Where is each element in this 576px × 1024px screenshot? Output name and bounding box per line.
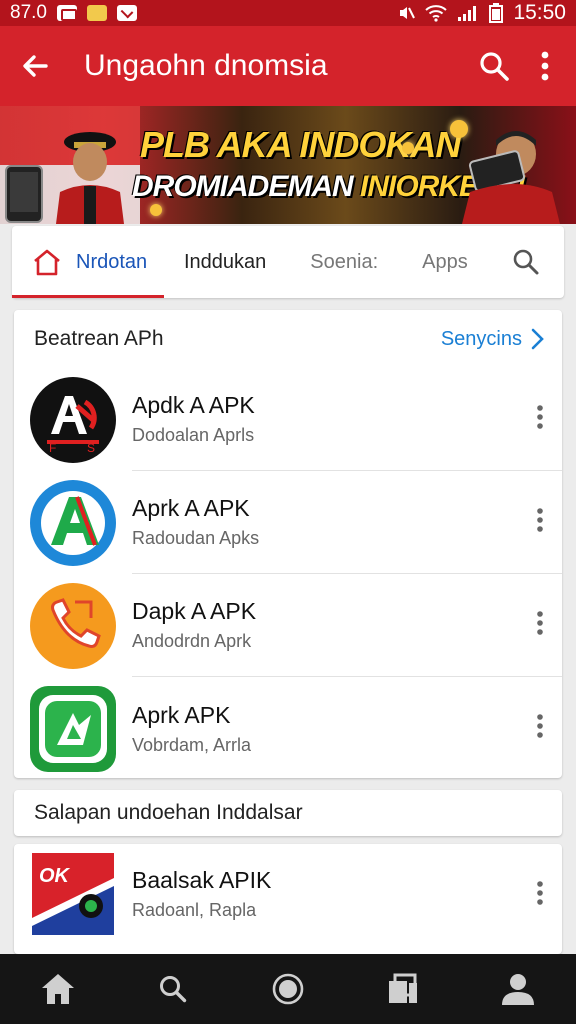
home-outline-icon [34, 249, 60, 276]
section-title: Salapan undoehan Inddalsar [34, 801, 303, 824]
nav-home[interactable] [28, 959, 88, 1019]
tab-label: Nrdotan [76, 250, 148, 273]
blue-green-a-logo-icon [30, 479, 116, 566]
smartphone-illustration [5, 165, 43, 223]
status-time: 15:50 [513, 1, 566, 24]
more-vert-icon[interactable] [536, 610, 544, 636]
see-more-link[interactable]: Senycins [441, 328, 544, 351]
app-name: Dapk A APK [132, 598, 257, 624]
section-title: Beatrean APh [34, 327, 164, 350]
apps-card: OK Baalsak APIK Radoanl, Rapla [14, 844, 562, 954]
list-item[interactable]: Aprk APK Vobrdam, Arrla [14, 677, 562, 780]
battery-icon [489, 3, 504, 23]
section-header: Beatrean APh Senycins [14, 310, 562, 368]
officer-illustration [56, 132, 124, 224]
notification-icon [86, 5, 107, 21]
banner-subheadline-main: DROMIADEMAN [132, 170, 360, 203]
record-icon [272, 973, 304, 1005]
section-header: Salapan undoehan Inddalsar [14, 790, 562, 836]
back-arrow-icon [23, 55, 48, 77]
black-red-a-logo-icon: F S [30, 376, 116, 463]
list-item[interactable]: OK Baalsak APIK Radoanl, Rapla [14, 844, 562, 944]
more-vert-icon[interactable] [536, 507, 544, 533]
bottom-nav [0, 954, 576, 1024]
chevron-right-icon [531, 328, 544, 350]
tab-apps[interactable]: Apps [422, 226, 468, 298]
mute-icon [400, 7, 416, 19]
notification-icon [56, 5, 77, 21]
tab-label: Inddukan [184, 250, 267, 273]
app-subtitle: Radoanl, Rapla [132, 900, 257, 920]
app-name: Apdk A APK [132, 392, 255, 418]
app-name: Baalsak APIK [132, 867, 272, 893]
tab-third[interactable]: Soenia: [310, 226, 378, 298]
page-title: Ungaohn dnomsia [84, 49, 328, 82]
app-name: Aprk A APK [132, 495, 250, 521]
tab-label: Soenia: [310, 250, 379, 273]
back-button[interactable] [0, 51, 70, 81]
nav-library[interactable] [373, 959, 433, 1019]
tab-home[interactable]: Nrdotan [12, 226, 164, 298]
app-subtitle: Dodoalan Aprls [132, 425, 255, 445]
nav-profile[interactable] [488, 959, 548, 1019]
red-blue-brand-logo-icon: OK [32, 853, 114, 935]
nav-search[interactable] [143, 959, 203, 1019]
more-vert-icon[interactable] [536, 404, 544, 430]
list-item[interactable]: F S Apdk A APK Dodoalan Aprls [14, 368, 562, 471]
more-vert-icon[interactable] [536, 880, 544, 906]
notification-icon [116, 5, 137, 21]
coin-decoration [150, 204, 162, 216]
app-bar: Ungaohn dnomsia [0, 26, 576, 106]
app-subtitle: Vobrdam, Arrla [132, 734, 252, 755]
search-icon[interactable] [478, 50, 510, 82]
man-with-phone-illustration [462, 131, 560, 224]
tab-second[interactable]: Inddukan [184, 226, 266, 298]
status-bar: 87.0 15:50 [0, 0, 576, 26]
search-icon [159, 976, 186, 1003]
app-subtitle: Radoudan Apks [132, 528, 260, 548]
status-left-text: 87.0 [10, 2, 47, 23]
coin-decoration [402, 142, 414, 154]
see-more-label: Senycins [440, 327, 522, 350]
library-icon [389, 973, 418, 1003]
app-name: Aprk APK [132, 701, 231, 728]
tab-label: Apps [422, 250, 468, 273]
more-vert-icon[interactable] [540, 50, 550, 82]
profile-icon [502, 974, 535, 1005]
svg-text:OK: OK [39, 865, 71, 887]
green-play-logo-icon [30, 685, 116, 772]
tab-bar: Nrdotan Inddukan Soenia: Apps [12, 226, 564, 298]
apps-card: Beatrean APh Senycins F S Apdk A APK Dod… [14, 310, 562, 778]
nav-record[interactable] [258, 959, 318, 1019]
svg-text:F: F [49, 441, 56, 455]
wifi-icon [425, 5, 448, 22]
list-item[interactable]: Dapk A APK Andodrdn Aprk [14, 574, 562, 677]
svg-text:S: S [87, 441, 95, 455]
search-icon[interactable] [512, 248, 540, 276]
more-vert-icon[interactable] [536, 713, 544, 739]
home-icon [41, 974, 74, 1004]
signal-icon [458, 6, 477, 21]
promo-banner[interactable]: PLB AKA INDOKAN DROMIADEMAN INIORKESS! [0, 106, 576, 224]
list-item[interactable]: Aprk A APK Radoudan Apks [14, 471, 562, 574]
orange-phone-logo-icon [30, 582, 116, 669]
app-subtitle: Andodrdn Aprk [132, 631, 252, 651]
